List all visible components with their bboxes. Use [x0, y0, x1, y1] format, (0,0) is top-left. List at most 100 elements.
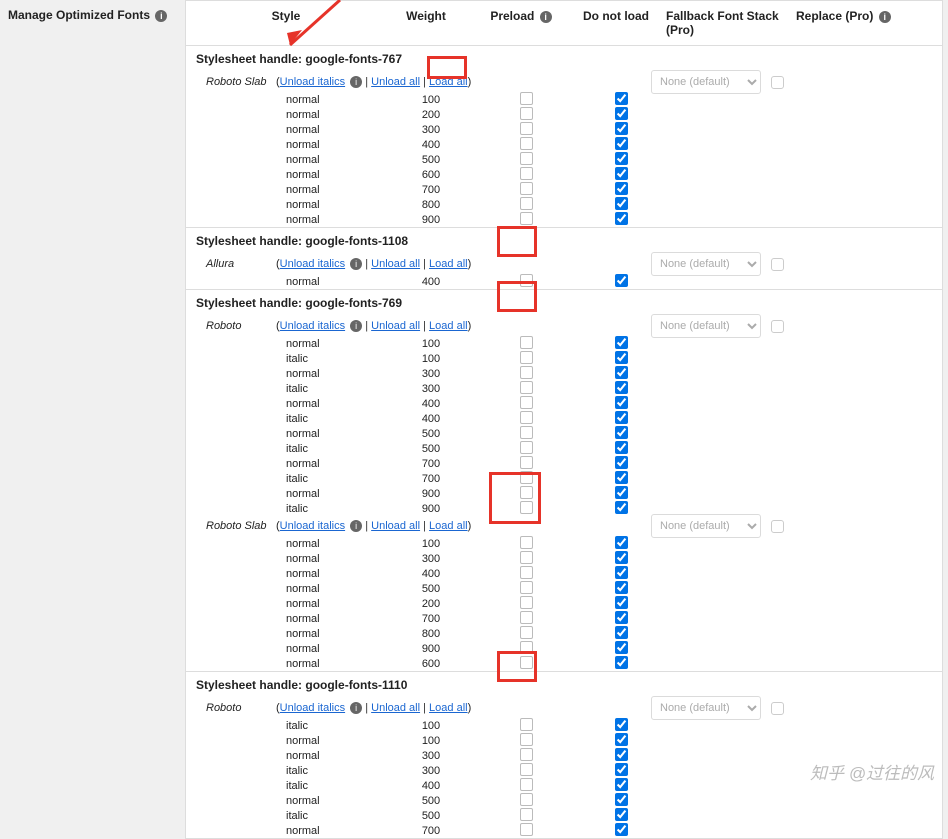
preload-checkbox[interactable] [520, 626, 533, 639]
load-all-link[interactable]: Load all [429, 258, 468, 270]
preload-checkbox[interactable] [520, 152, 533, 165]
donotload-checkbox[interactable] [615, 411, 628, 424]
preload-checkbox[interactable] [520, 486, 533, 499]
donotload-checkbox[interactable] [615, 274, 628, 287]
preload-checkbox[interactable] [520, 778, 533, 791]
donotload-checkbox[interactable] [615, 793, 628, 806]
preload-checkbox[interactable] [520, 501, 533, 514]
unload-all-link[interactable]: Unload all [371, 76, 420, 88]
preload-checkbox[interactable] [520, 656, 533, 669]
donotload-checkbox[interactable] [615, 456, 628, 469]
preload-checkbox[interactable] [520, 763, 533, 776]
fallback-select[interactable]: None (default) [651, 252, 761, 276]
donotload-checkbox[interactable] [615, 763, 628, 776]
unload-italics-link[interactable]: Unload italics [280, 520, 345, 532]
donotload-checkbox[interactable] [615, 808, 628, 821]
donotload-checkbox[interactable] [615, 641, 628, 654]
donotload-checkbox[interactable] [615, 426, 628, 439]
preload-checkbox[interactable] [520, 641, 533, 654]
preload-checkbox[interactable] [520, 611, 533, 624]
unload-all-link[interactable]: Unload all [371, 702, 420, 714]
replace-checkbox[interactable] [771, 320, 784, 333]
preload-checkbox[interactable] [520, 426, 533, 439]
load-all-link[interactable]: Load all [429, 520, 468, 532]
preload-checkbox[interactable] [520, 793, 533, 806]
donotload-checkbox[interactable] [615, 536, 628, 549]
info-icon[interactable]: i [879, 11, 891, 23]
donotload-checkbox[interactable] [615, 718, 628, 731]
preload-checkbox[interactable] [520, 733, 533, 746]
donotload-checkbox[interactable] [615, 182, 628, 195]
donotload-checkbox[interactable] [615, 336, 628, 349]
preload-checkbox[interactable] [520, 167, 533, 180]
donotload-checkbox[interactable] [615, 366, 628, 379]
info-icon[interactable]: i [350, 258, 362, 270]
donotload-checkbox[interactable] [615, 152, 628, 165]
donotload-checkbox[interactable] [615, 611, 628, 624]
preload-checkbox[interactable] [520, 823, 533, 836]
load-all-link[interactable]: Load all [429, 702, 468, 714]
preload-checkbox[interactable] [520, 366, 533, 379]
donotload-checkbox[interactable] [615, 381, 628, 394]
donotload-checkbox[interactable] [615, 733, 628, 746]
load-all-link[interactable]: Load all [429, 76, 468, 88]
info-icon[interactable]: i [350, 76, 362, 88]
preload-checkbox[interactable] [520, 536, 533, 549]
donotload-checkbox[interactable] [615, 351, 628, 364]
unload-italics-link[interactable]: Unload italics [280, 258, 345, 270]
unload-italics-link[interactable]: Unload italics [280, 76, 345, 88]
donotload-checkbox[interactable] [615, 823, 628, 836]
preload-checkbox[interactable] [520, 471, 533, 484]
donotload-checkbox[interactable] [615, 122, 628, 135]
donotload-checkbox[interactable] [615, 197, 628, 210]
donotload-checkbox[interactable] [615, 396, 628, 409]
donotload-checkbox[interactable] [615, 92, 628, 105]
donotload-checkbox[interactable] [615, 566, 628, 579]
preload-checkbox[interactable] [520, 336, 533, 349]
fallback-select[interactable]: None (default) [651, 70, 761, 94]
donotload-checkbox[interactable] [615, 137, 628, 150]
unload-italics-link[interactable]: Unload italics [280, 702, 345, 714]
preload-checkbox[interactable] [520, 107, 533, 120]
preload-checkbox[interactable] [520, 596, 533, 609]
load-all-link[interactable]: Load all [429, 320, 468, 332]
info-icon[interactable]: i [540, 11, 552, 23]
preload-checkbox[interactable] [520, 581, 533, 594]
donotload-checkbox[interactable] [615, 167, 628, 180]
donotload-checkbox[interactable] [615, 441, 628, 454]
donotload-checkbox[interactable] [615, 626, 628, 639]
replace-checkbox[interactable] [771, 76, 784, 89]
donotload-checkbox[interactable] [615, 778, 628, 791]
replace-checkbox[interactable] [771, 702, 784, 715]
donotload-checkbox[interactable] [615, 501, 628, 514]
preload-checkbox[interactable] [520, 456, 533, 469]
info-icon[interactable]: i [350, 520, 362, 532]
donotload-checkbox[interactable] [615, 596, 628, 609]
unload-all-link[interactable]: Unload all [371, 258, 420, 270]
preload-checkbox[interactable] [520, 396, 533, 409]
preload-checkbox[interactable] [520, 718, 533, 731]
preload-checkbox[interactable] [520, 122, 533, 135]
donotload-checkbox[interactable] [615, 581, 628, 594]
donotload-checkbox[interactable] [615, 212, 628, 225]
info-icon[interactable]: i [350, 320, 362, 332]
donotload-checkbox[interactable] [615, 486, 628, 499]
preload-checkbox[interactable] [520, 351, 533, 364]
unload-italics-link[interactable]: Unload italics [280, 320, 345, 332]
preload-checkbox[interactable] [520, 92, 533, 105]
info-icon[interactable]: i [350, 702, 362, 714]
replace-checkbox[interactable] [771, 520, 784, 533]
preload-checkbox[interactable] [520, 274, 533, 287]
info-icon[interactable]: i [155, 10, 167, 22]
preload-checkbox[interactable] [520, 566, 533, 579]
preload-checkbox[interactable] [520, 212, 533, 225]
preload-checkbox[interactable] [520, 381, 533, 394]
fallback-select[interactable]: None (default) [651, 696, 761, 720]
donotload-checkbox[interactable] [615, 107, 628, 120]
preload-checkbox[interactable] [520, 182, 533, 195]
donotload-checkbox[interactable] [615, 551, 628, 564]
donotload-checkbox[interactable] [615, 656, 628, 669]
preload-checkbox[interactable] [520, 197, 533, 210]
preload-checkbox[interactable] [520, 137, 533, 150]
unload-all-link[interactable]: Unload all [371, 320, 420, 332]
